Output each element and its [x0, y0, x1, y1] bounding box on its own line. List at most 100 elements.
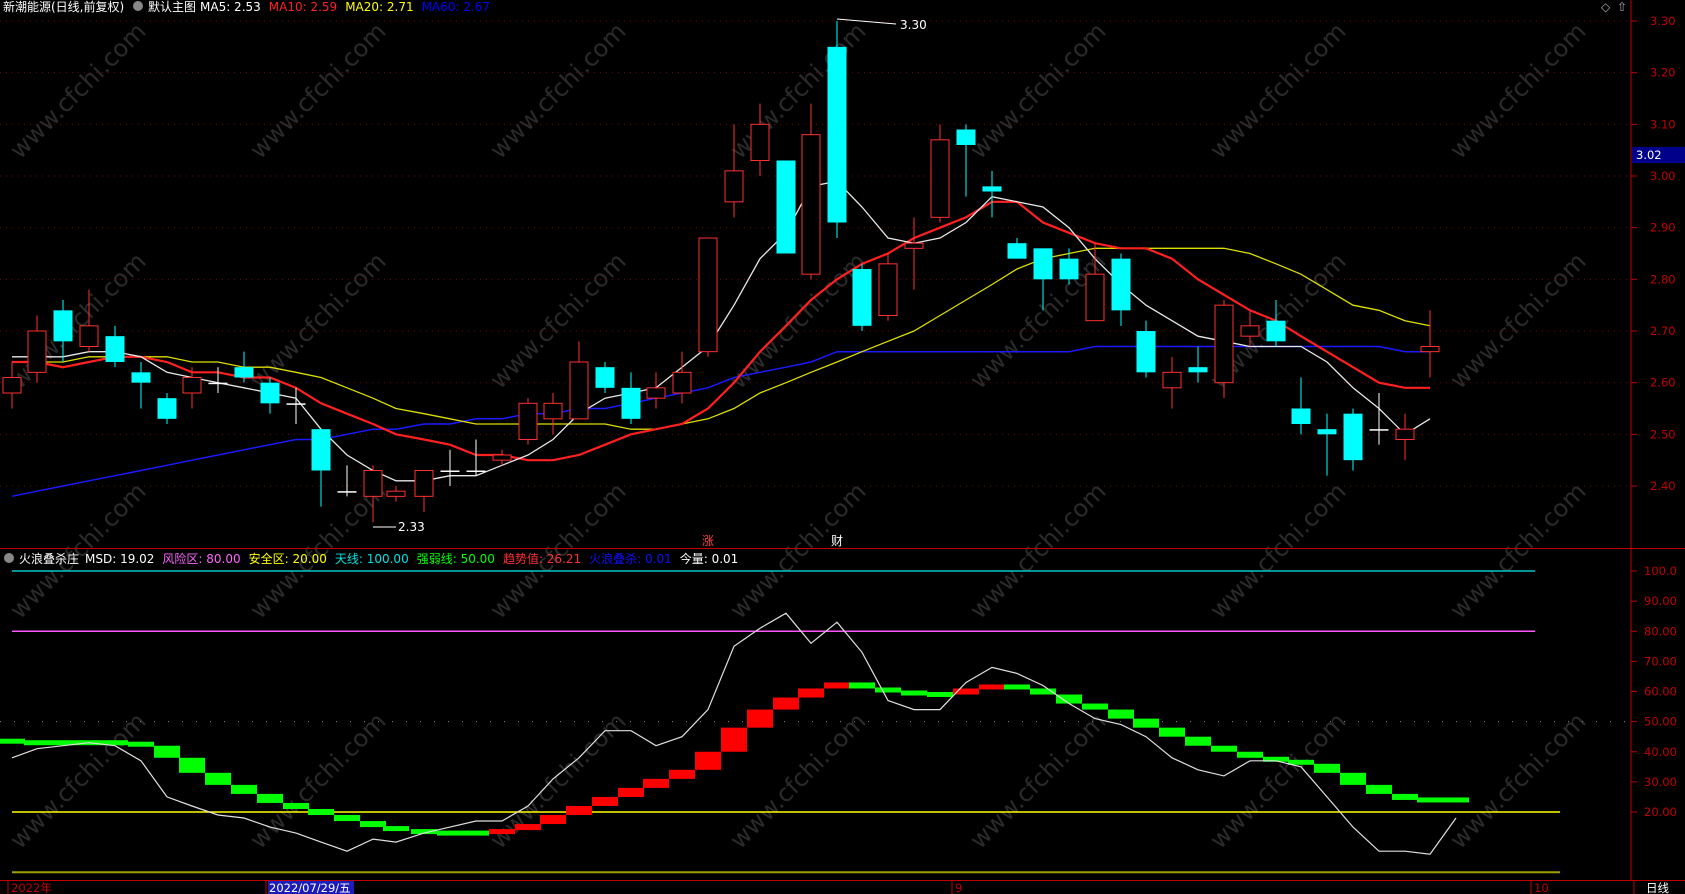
- price-tick-label: 2.70: [1650, 324, 1676, 338]
- time-label: 2022/07/29/五: [269, 881, 351, 894]
- trend-block: [1237, 751, 1263, 758]
- price-tick-label: 3.30: [1650, 14, 1676, 28]
- trend-block: [875, 687, 901, 693]
- candle: [776, 160, 796, 254]
- trend-block: [489, 829, 515, 835]
- candle-body: [1111, 258, 1131, 311]
- svg-text:MA5: 2.53MA10: 2.59MA20: 2.71M: MA5: 2.53 MA10: 2.59 MA20: 2.71 MA60: 2.67: [200, 0, 490, 14]
- trend-block: [205, 772, 231, 785]
- trend-block: [334, 815, 360, 822]
- low-price-label: 2.33: [398, 520, 425, 534]
- stock-chart[interactable]: www.cfchi.com 2.402.502.602.702.802.903.…: [0, 0, 1685, 894]
- candle-body: [543, 402, 563, 420]
- trend-block: [0, 738, 25, 744]
- trend-block: [773, 697, 799, 710]
- candle-body: [311, 429, 331, 471]
- candle-body: [131, 372, 151, 383]
- candle-body: [698, 237, 718, 353]
- header-value: MA60: 2.67: [422, 0, 490, 14]
- trend-block: [383, 826, 409, 832]
- header-value: MA10: 2.59: [269, 0, 337, 14]
- trend-block: [695, 751, 721, 770]
- candle-body: [518, 402, 538, 441]
- oscillator-tick-label: 90.00: [1644, 594, 1677, 608]
- trend-block: [257, 793, 283, 803]
- trend-block: [618, 787, 644, 797]
- trend-block: [1417, 797, 1443, 803]
- candle-body: [1162, 371, 1182, 389]
- stock-title: 新潮能源(日线,前复权): [3, 0, 124, 14]
- header-value: 火浪叠杀: 0.01: [589, 551, 672, 566]
- candle-body: [1266, 320, 1286, 342]
- high-annotation: 3.30: [900, 18, 927, 32]
- low-annotation: 2.33: [398, 520, 425, 534]
- candle-body: [672, 371, 692, 394]
- candle-body: [1369, 429, 1389, 431]
- trend-block: [515, 824, 541, 831]
- candle-body: [286, 403, 306, 405]
- oscillator-tick-label: 80.00: [1644, 624, 1677, 638]
- candle-body: [1033, 248, 1053, 280]
- header-value: 风险区: 80.00: [162, 551, 240, 566]
- candle: [878, 253, 898, 321]
- header-value: 今量: 0.01: [680, 551, 739, 566]
- trend-block: [1392, 793, 1418, 800]
- header-value: 趋势值: 26.21: [503, 551, 581, 566]
- header-value: MSD: 19.02: [85, 552, 154, 566]
- candle: [852, 263, 872, 331]
- candle-body: [234, 367, 254, 378]
- diamond-icon: ◇: [1601, 0, 1611, 14]
- sub-indicator-name: 火浪叠杀庄: [19, 551, 79, 566]
- main-indicator-name: 默认主图: [148, 0, 196, 14]
- candle: [518, 398, 538, 445]
- trend-block: [669, 769, 695, 779]
- trend-block: [1108, 709, 1134, 719]
- candle-body: [27, 330, 47, 373]
- trend-block: [154, 745, 180, 758]
- trend-block: [1133, 718, 1159, 728]
- trend-block: [849, 682, 875, 689]
- oscillator-tick-label: 40.00: [1644, 745, 1677, 759]
- trend-block: [24, 740, 50, 746]
- candle-body: [2, 377, 22, 394]
- oscillator-axis: 100.0 90.00 80.00 70.00 60.00 50.00 40.00 30.00…: [1631, 564, 1677, 819]
- candle-body: [1188, 367, 1208, 373]
- trend-block: [283, 802, 309, 809]
- trend-block: [463, 830, 489, 836]
- period-label[interactable]: 日线: [1646, 881, 1669, 894]
- price-tick-label: 2.60: [1650, 376, 1676, 390]
- candle-body: [776, 160, 796, 254]
- candle-body: [1214, 304, 1234, 384]
- oscillator-tick-label: 50.00: [1644, 715, 1677, 729]
- candle-body: [1420, 346, 1440, 353]
- trend-block: [1366, 784, 1392, 794]
- candle-body: [1007, 243, 1027, 259]
- candle-body: [105, 336, 125, 362]
- trend-block: [540, 815, 566, 825]
- trend-block: [1004, 684, 1030, 690]
- arrow-up-icon: ⇧: [1617, 0, 1627, 14]
- trend-block: [231, 784, 257, 794]
- price-tick-label: 3.00: [1650, 169, 1676, 183]
- candle-body: [621, 387, 641, 419]
- settings-icon[interactable]: [133, 1, 143, 11]
- watermark-layer: [0, 0, 1630, 880]
- current-price-marker: 3.02: [1632, 147, 1685, 163]
- oscillator-tick-label: 30.00: [1644, 775, 1677, 789]
- trend-block: [747, 709, 773, 728]
- price-tick-label: 2.90: [1650, 221, 1676, 235]
- trend-block: [721, 727, 747, 752]
- price-axis: 2.40 2.50 2.60 2.70 2.80 2.90 3.00 3.10 3.20 3.30: [1631, 14, 1676, 493]
- candle-body: [982, 186, 1002, 192]
- event-marker: 涨: [702, 533, 714, 548]
- trend-block: [798, 688, 824, 698]
- trend-block: [1340, 772, 1366, 785]
- trend-block: [979, 684, 1005, 690]
- candle: [698, 237, 718, 357]
- candle-body: [1240, 325, 1260, 337]
- candle-body: [852, 269, 872, 326]
- trend-block: [592, 796, 618, 806]
- candle-body: [157, 398, 177, 419]
- candle-body: [595, 367, 615, 388]
- settings-icon[interactable]: [4, 553, 14, 563]
